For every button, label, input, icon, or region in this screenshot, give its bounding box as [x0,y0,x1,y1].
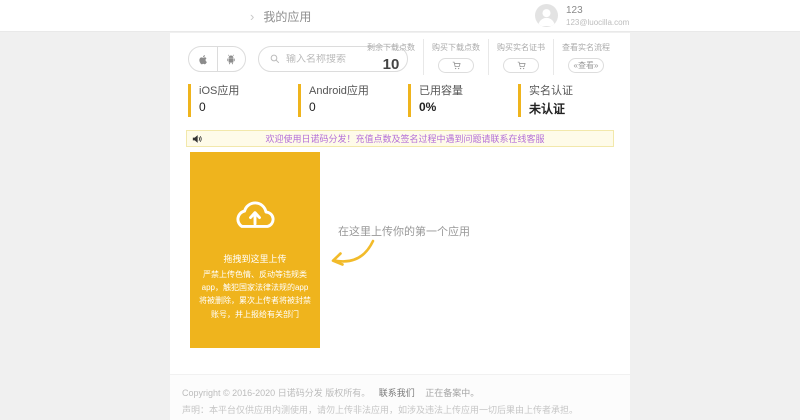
remaining-points-label: 剩余下载点数 [367,43,415,52]
announcement-bar: 欢迎使用日诺码分发！充值点数及签名过程中遇到问题请联系在线客服 [186,130,614,147]
user-name: 123 [566,5,583,17]
buy-points-label: 购买下载点数 [432,43,480,52]
icp-status-text: 正在备案中。 [425,388,480,398]
view-verify-flow: 查看实名流程 «查看» [553,39,618,75]
buy-points-button[interactable] [438,58,474,73]
user-icon [538,9,555,27]
buy-points: 购买下载点数 [423,39,488,75]
curved-arrow-icon [331,239,375,266]
view-button-label: «查看» [573,61,599,70]
user-email: 123@luocilla.com [566,17,630,27]
dropzone-title: 拖拽到这里上传 [223,254,287,264]
user-menu[interactable]: 123 123@luocilla.com [535,4,629,27]
remaining-points-value: 10 [382,56,400,73]
dropzone-warning: 严禁上传色情、反动等违规类app，触犯国家法律法规的app将被删除，累次上传者将… [199,270,311,319]
view-verify-flow-button[interactable]: «查看» [568,58,604,73]
android-filter-button[interactable] [216,47,246,71]
apple-icon [199,54,207,64]
cart-icon [517,61,526,70]
view-verify-flow-label: 查看实名流程 [562,43,610,52]
remaining-points: 剩余下载点数 10 [359,39,423,75]
points-group: 剩余下载点数 10 购买下载点数 购买实名证书 查看实名流程 «查看» [359,39,618,75]
stat-value: 0 [199,100,206,115]
breadcrumb-my-apps[interactable]: 我的应用 [263,8,311,25]
buy-cert-button[interactable] [503,58,539,73]
stat-label: Android应用 [309,85,369,97]
footer-line1: Copyright © 2016-2020 日诺码分发 版权所有。 联系我们 正… [182,386,630,399]
buy-cert-label: 购买实名证书 [497,43,545,52]
upload-dropzone[interactable]: 拖拽到这里上传 严禁上传色情、反动等违规类app，触犯国家法律法规的app将被删… [190,152,320,348]
chevron-right-icon: › [250,8,255,24]
buy-cert: 购买实名证书 [488,39,553,75]
stat-label: iOS应用 [199,85,240,97]
stat-realname-verify: 实名认证 未认证 [518,84,628,118]
stat-value: 未认证 [529,102,566,117]
stat-value: 0 [309,100,316,115]
stat-value: 0% [419,100,437,115]
ios-filter-button[interactable] [189,47,217,71]
search-icon [270,54,280,64]
announcement-text: 欢迎使用日诺码分发！充值点数及签名过程中遇到问题请联系在线客服 [265,134,545,144]
android-icon [227,54,235,64]
disclaimer-text: 声明：本平台仅供应用内测使用，请勿上传非法应用，如涉及违法上传应用一切后果由上传… [182,405,579,415]
platform-toggle [188,46,246,72]
contact-us-link[interactable]: 联系我们 [379,388,415,398]
stat-android-apps: Android应用 0 [298,84,408,118]
stat-storage-used: 已用容量 0% [408,84,518,118]
avatar [535,4,558,27]
page: › 我的应用 123 123@luocilla.com 输入名称搜索 剩余下载点… [0,0,800,420]
cart-icon [452,61,461,70]
copyright-text: Copyright © 2016-2020 日诺码分发 版权所有。 [182,388,371,398]
cloud-upload-icon [236,201,275,228]
breadcrumb: › 我的应用 [250,0,311,32]
stats-row: iOS应用 0 Android应用 0 已用容量 0% 实名认证 未认证 [188,84,628,118]
footer: Copyright © 2016-2020 日诺码分发 版权所有。 联系我们 正… [170,374,630,420]
top-bar: › 我的应用 123 123@luocilla.com [0,0,800,32]
main-panel: 剩余下载点数 10 购买下载点数 购买实名证书 [170,33,630,420]
stat-ios-apps: iOS应用 0 [188,84,298,118]
upload-hint-text: 在这里上传你的第一个应用 [338,226,470,238]
stat-label: 已用容量 [419,85,463,97]
stat-label: 实名认证 [529,85,573,97]
speaker-icon [192,134,202,143]
user-text: 123 123@luocilla.com [566,4,629,27]
